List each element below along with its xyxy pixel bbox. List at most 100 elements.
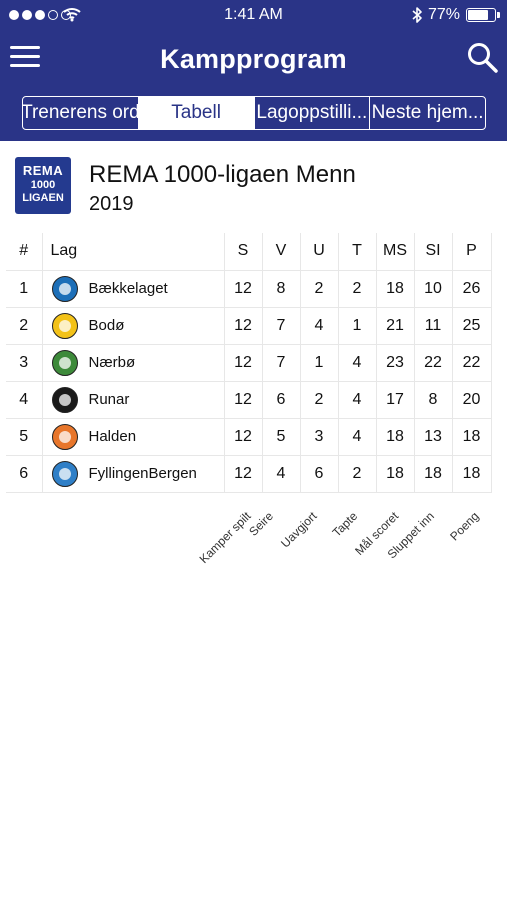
row-played: 12 (223, 455, 262, 492)
row-rank: 2 (19, 316, 29, 334)
league-season: 2019 (89, 193, 134, 215)
row-goals-against: 10 (413, 270, 452, 307)
row-points: 26 (451, 270, 492, 307)
header-lost[interactable]: T (337, 233, 376, 270)
row-points: 20 (451, 381, 492, 418)
row-goals-for: 17 (375, 381, 414, 418)
row-won: 4 (261, 455, 300, 492)
tab-lagoppstilling[interactable]: Lagoppstilli... (255, 97, 371, 129)
desc-played: Kamper spilt (196, 509, 254, 567)
row-drawn: 1 (299, 344, 338, 381)
row-goals-for: 18 (375, 270, 414, 307)
table-row[interactable]: 5 Halden 12 5 3 4 18 13 18 (6, 418, 492, 455)
team-name: Nærbø (88, 354, 136, 371)
desc-drawn: Uavgjort (278, 509, 320, 551)
standings-table: # Lag S V U T MS SI P 1 Bækkelaget 12 8 2 2 18… (6, 233, 492, 493)
header-points[interactable]: P (451, 233, 492, 270)
tab-bar: Trenerens ord Tabell Lagoppstilli... Nes… (22, 96, 486, 130)
status-bar: 1:41 AM 77% (0, 0, 507, 30)
team-name: FyllingenBergen (88, 465, 197, 482)
battery-percent: 77% (428, 6, 461, 23)
row-played: 12 (223, 418, 262, 455)
header-played[interactable]: S (223, 233, 262, 270)
table-header-row: # Lag S V U T MS SI P (6, 233, 492, 270)
row-won: 5 (261, 418, 300, 455)
team-cell: Runar (51, 386, 224, 414)
tab-trenerens-ord[interactable]: Trenerens ord (23, 97, 139, 129)
battery-fill (468, 10, 489, 20)
halden-crest-icon (51, 423, 78, 450)
row-drawn: 3 (299, 418, 338, 455)
search-icon[interactable] (466, 41, 500, 75)
bodo-crest-icon (51, 312, 78, 339)
league-logo: REMA 1000 LIGAEN (15, 157, 71, 214)
bluetooth-icon (412, 7, 422, 23)
table-row[interactable]: 2 Bodø 12 7 4 1 21 11 25 (6, 307, 492, 344)
row-team[interactable]: Nærbø (41, 344, 224, 381)
header-goals-for[interactable]: MS (375, 233, 414, 270)
team-name: Bodø (88, 317, 125, 334)
row-team[interactable]: Bækkelaget (41, 270, 224, 307)
team-name: Runar (88, 391, 130, 408)
row-team[interactable]: Halden (41, 418, 224, 455)
row-drawn: 6 (299, 455, 338, 492)
row-played: 12 (223, 381, 262, 418)
row-points: 18 (451, 418, 492, 455)
team-cell: Bækkelaget (51, 275, 224, 303)
table-row[interactable]: 3 Nærbø 12 7 1 4 23 22 22 (6, 344, 492, 381)
row-lost: 2 (337, 455, 376, 492)
row-team[interactable]: Bodø (41, 307, 224, 344)
team-cell: Nærbø (51, 349, 224, 377)
battery-icon (466, 8, 500, 22)
row-won: 6 (261, 381, 300, 418)
row-rank: 1 (19, 279, 29, 297)
header-drawn[interactable]: U (299, 233, 338, 270)
desc-won: Seire (246, 509, 276, 539)
row-drawn: 4 (299, 307, 338, 344)
row-team[interactable]: FyllingenBergen (41, 455, 224, 492)
naerbo-crest-icon (51, 349, 78, 376)
page-title: Kampprogram (160, 44, 347, 74)
tab-tabell[interactable]: Tabell (138, 97, 255, 129)
fyllingen-crest-icon (51, 460, 78, 487)
runar-crest-icon (51, 386, 78, 413)
row-goals-for: 18 (375, 418, 414, 455)
row-won: 7 (261, 307, 300, 344)
team-cell: Bodø (51, 312, 224, 340)
row-goals-against: 13 (413, 418, 452, 455)
row-played: 12 (223, 307, 262, 344)
table-row[interactable]: 4 Runar 12 6 2 4 17 8 20 (6, 381, 492, 418)
row-played: 12 (223, 344, 262, 381)
row-goals-against: 18 (413, 455, 452, 492)
row-goals-for: 23 (375, 344, 414, 381)
row-rank: 3 (19, 353, 29, 371)
header-goals-against[interactable]: SI (413, 233, 452, 270)
desc-points: Poeng (447, 509, 482, 544)
desc-lost: Tapte (329, 509, 361, 540)
row-goals-against: 8 (413, 381, 452, 418)
row-lost: 1 (337, 307, 376, 344)
row-team[interactable]: Runar (41, 381, 224, 418)
row-lost: 4 (337, 418, 376, 455)
tab-neste-hjemmekamp[interactable]: Neste hjem... (370, 97, 485, 129)
row-points: 25 (451, 307, 492, 344)
row-drawn: 2 (299, 270, 338, 307)
row-goals-against: 11 (413, 307, 452, 344)
header-won[interactable]: V (261, 233, 300, 270)
team-name: Bækkelaget (88, 280, 168, 297)
row-points: 18 (451, 455, 492, 492)
row-goals-for: 21 (375, 307, 414, 344)
row-won: 8 (261, 270, 300, 307)
row-played: 12 (223, 270, 262, 307)
team-cell: FyllingenBergen (51, 460, 224, 488)
baekkelaget-crest-icon (51, 275, 78, 302)
row-drawn: 2 (299, 381, 338, 418)
team-cell: Halden (51, 423, 224, 451)
header-rank: # (19, 242, 29, 260)
row-won: 7 (261, 344, 300, 381)
row-goals-for: 18 (375, 455, 414, 492)
table-row[interactable]: 6 FyllingenBergen 12 4 6 2 18 18 18 (6, 455, 492, 492)
row-rank: 4 (19, 390, 29, 408)
row-lost: 4 (337, 344, 376, 381)
table-row[interactable]: 1 Bækkelaget 12 8 2 2 18 10 26 (6, 270, 492, 307)
